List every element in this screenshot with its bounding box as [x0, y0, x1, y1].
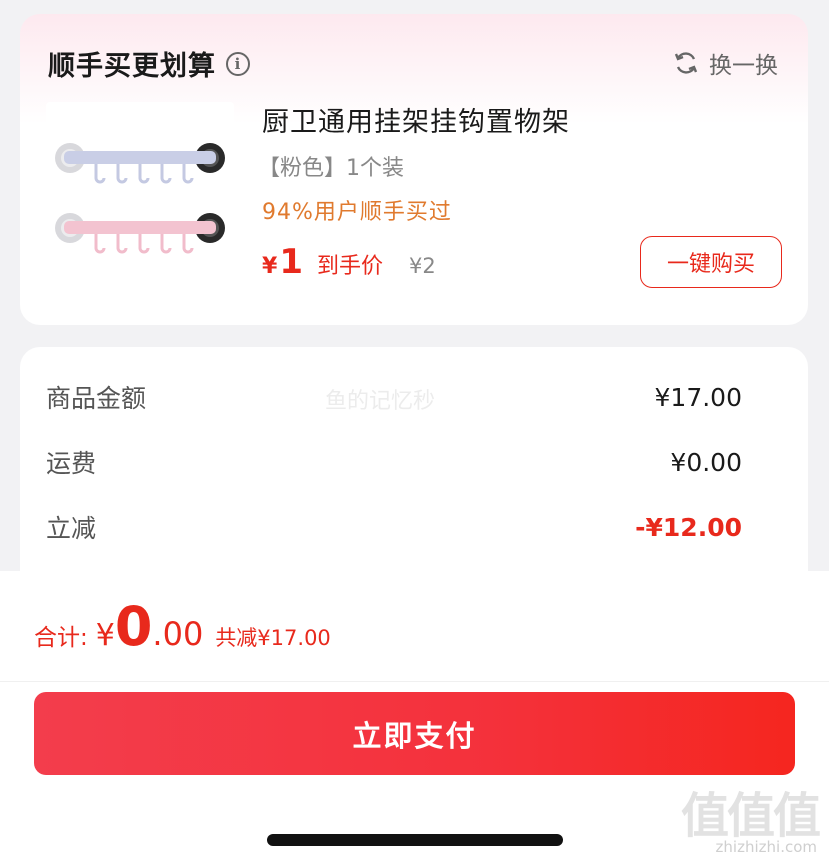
info-icon[interactable]: i: [226, 51, 250, 76]
summary-row-discount: 立减 -¥12.00: [46, 509, 742, 545]
summary-row-shipping: 运费 ¥0.00: [46, 444, 742, 480]
order-summary-card: 鱼的记忆秒 商品金额 ¥17.00 运费 ¥0.00 立减 -¥12.00: [20, 347, 808, 607]
summary-value: -¥12.00: [635, 512, 742, 542]
one-click-buy-button[interactable]: 一键购买: [640, 236, 782, 288]
summary-row-goods: 商品金额 ¥17.00: [46, 379, 742, 415]
site-logo: 值值值 zhizhizhi.com: [675, 776, 821, 856]
site-logo-chars: 值值值: [680, 788, 821, 844]
refresh-icon: [674, 52, 698, 74]
price-tag: 到手价: [316, 254, 383, 279]
recommend-card: 顺手买更划算 i 换一换 厨卫通用挂架挂钩置物架 【粉色】1个装 94%用户顺手…: [20, 14, 808, 325]
summary-value: ¥0.00: [670, 447, 742, 477]
site-logo-url: zhizhizhi.com: [715, 838, 817, 856]
refresh-button[interactable]: 换一换: [673, 46, 778, 80]
total-line: 合计: ¥ 0 .00 共减¥17.00: [34, 595, 331, 658]
product-name[interactable]: 厨卫通用挂架挂钩置物架: [262, 100, 570, 139]
summary-label: 立减: [46, 514, 97, 543]
summary-value: ¥17.00: [654, 382, 742, 412]
total-label: 合计:: [34, 625, 88, 651]
total-decimal: .00: [152, 615, 204, 653]
total-integer: 0: [114, 595, 153, 658]
checkout-bar: 合计: ¥ 0 .00 共减¥17.00 立即支付 值值值 zhizhizhi.…: [0, 571, 829, 861]
refresh-label: 换一换: [709, 53, 778, 79]
summary-label: 运费: [46, 449, 97, 478]
price-currency: ¥: [262, 254, 278, 279]
recommend-title: 顺手买更划算 i: [48, 44, 250, 83]
price-value: 1: [279, 242, 303, 282]
total-currency: ¥: [95, 618, 115, 653]
product-spec: 【粉色】1个装: [258, 156, 404, 181]
summary-label: 商品金额: [46, 384, 147, 413]
social-proof: 94%用户顺手买过: [262, 200, 452, 225]
pay-now-button[interactable]: 立即支付: [34, 692, 795, 775]
price-row: ¥ 1 到手价 ¥2: [262, 242, 436, 282]
original-price: ¥2: [409, 254, 436, 278]
total-saved: 共减¥17.00: [215, 626, 331, 650]
divider: [0, 681, 829, 682]
home-indicator[interactable]: [267, 834, 563, 846]
recommend-title-text: 顺手买更划算: [48, 51, 216, 82]
product-image[interactable]: [46, 102, 234, 290]
